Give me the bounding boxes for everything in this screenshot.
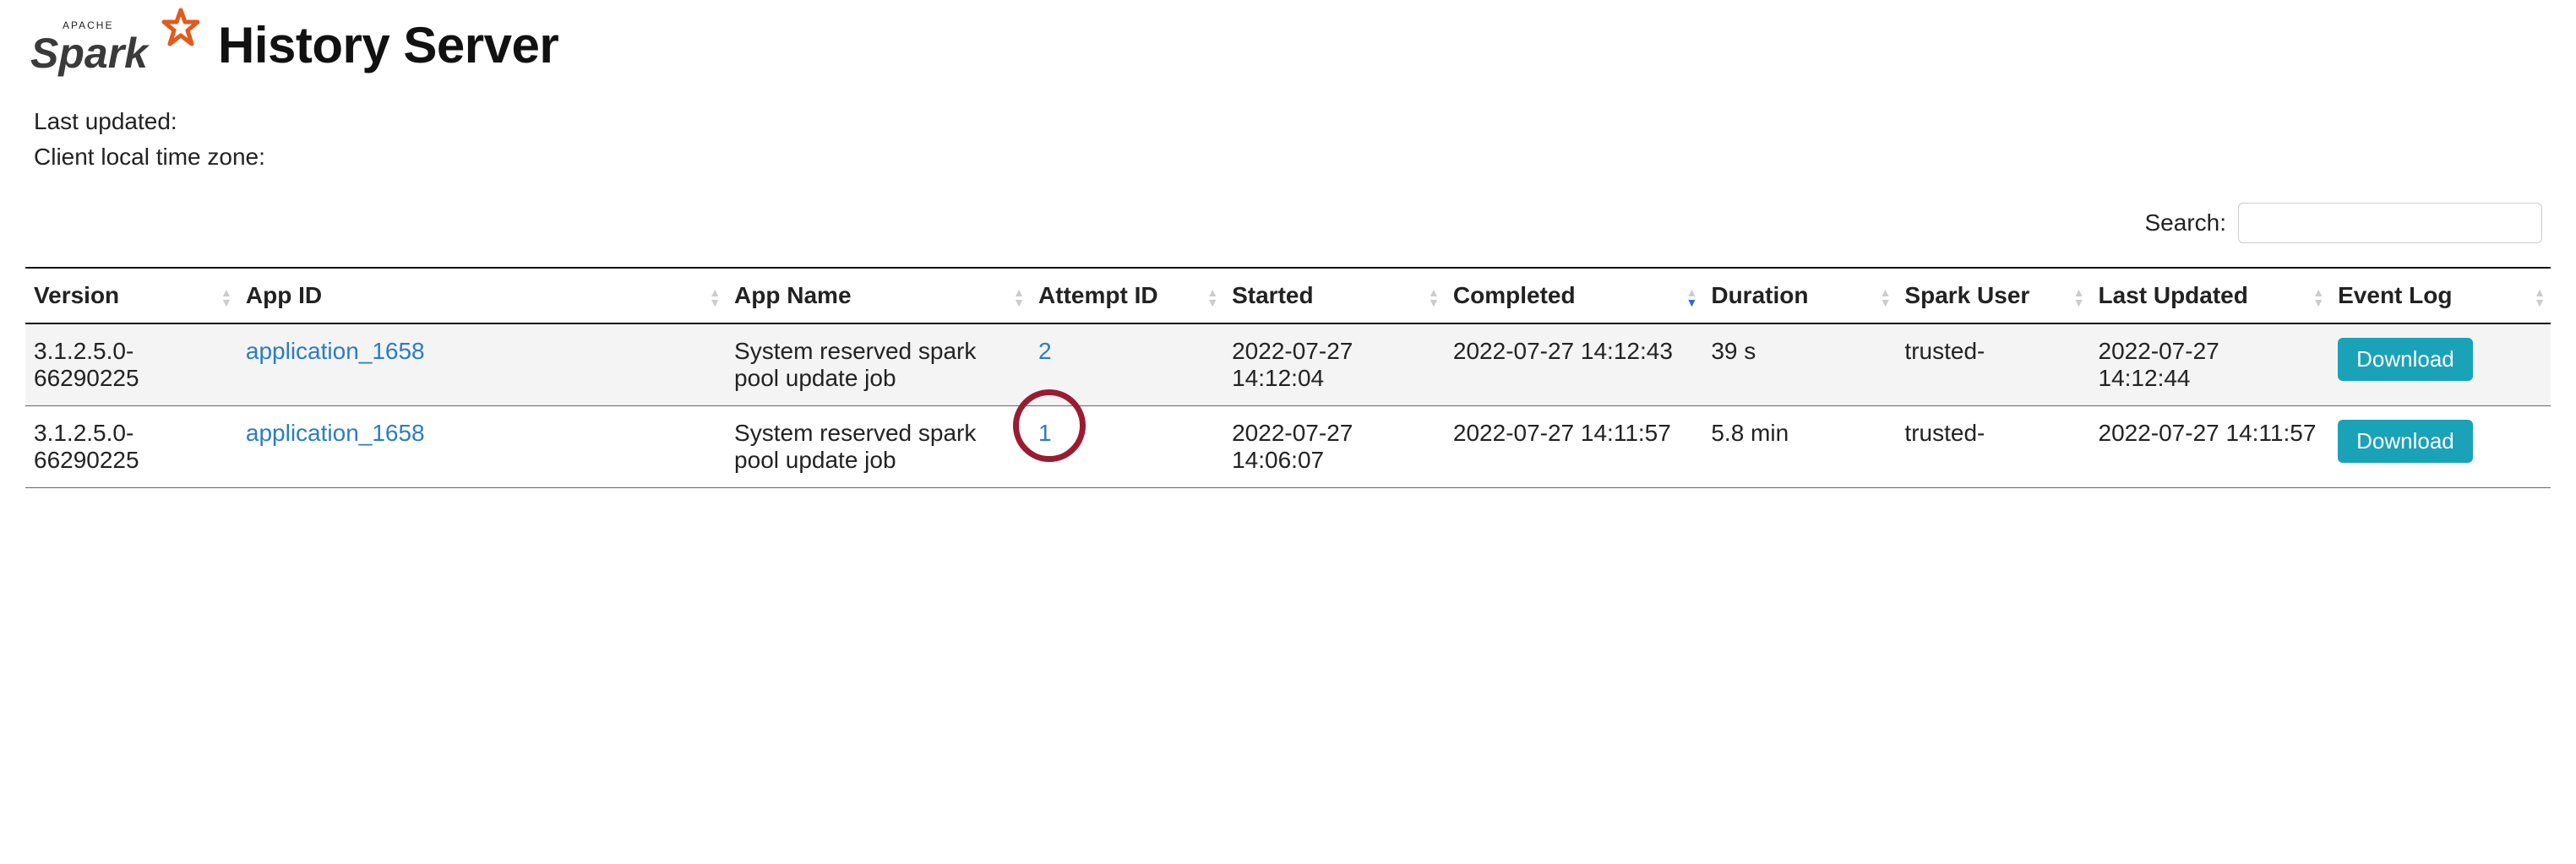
cell-last-updated: 2022-07-27 14:12:44 [2090, 323, 2330, 406]
last-updated-label: Last updated: [34, 108, 177, 134]
last-updated-line: Last updated: [34, 108, 2551, 135]
cell-completed: 2022-07-27 14:12:43 [1445, 323, 1702, 406]
app-id-link[interactable]: application_1658 [246, 338, 425, 364]
cell-started: 2022-07-27 14:12:04 [1223, 323, 1445, 406]
col-header-version[interactable]: Version ▲▼ [25, 268, 237, 323]
col-header-completed[interactable]: Completed ▲▼ [1445, 268, 1702, 323]
app-id-link[interactable]: application_1658 [246, 420, 425, 446]
sort-icon: ▲▼ [1428, 288, 1440, 307]
search-input[interactable] [2238, 203, 2542, 243]
search-label: Search: [2145, 209, 2227, 236]
sort-icon: ▲▼ [1013, 288, 1025, 307]
cell-attempt-id: 1 [1030, 406, 1223, 488]
sort-icon: ▲▼ [2073, 288, 2085, 307]
table-row: 3.1.2.5.0-66290225 application_1658 System… [25, 406, 2551, 488]
cell-app-id: application_1658 [237, 406, 726, 488]
cell-duration: 5.8 min [1702, 406, 1896, 488]
attempt-id-link[interactable]: 1 [1038, 420, 1052, 446]
sort-icon: ▲▼ [221, 288, 232, 307]
table-header-row: Version ▲▼ App ID ▲▼ App Name ▲▼ Attempt… [25, 268, 2551, 323]
applications-table: Version ▲▼ App ID ▲▼ App Name ▲▼ Attempt… [25, 267, 2551, 488]
sort-icon: ▲▼ [1880, 288, 1892, 307]
col-header-app-id[interactable]: App ID ▲▼ [237, 268, 726, 323]
col-header-event-log[interactable]: Event Log ▲▼ [2329, 268, 2551, 323]
col-header-duration[interactable]: Duration ▲▼ [1702, 268, 1896, 323]
col-header-spark-user[interactable]: Spark User ▲▼ [1896, 268, 2089, 323]
page-title: History Server [218, 16, 558, 74]
download-button[interactable]: Download [2338, 338, 2473, 381]
page-header: APACHE Spark History Server [25, 0, 2551, 100]
cell-event-log: Download [2329, 323, 2551, 406]
cell-duration: 39 s [1702, 323, 1896, 406]
download-button[interactable]: Download [2338, 420, 2473, 463]
logo-spark-text: Spark [30, 30, 150, 77]
cell-event-log: Download [2329, 406, 2551, 488]
sort-icon: ▲▼ [2534, 288, 2546, 307]
timezone-line: Client local time zone: [34, 144, 2551, 171]
table-row: 3.1.2.5.0-66290225 application_1658 System… [25, 323, 2551, 406]
cell-version: 3.1.2.5.0-66290225 [25, 406, 237, 488]
cell-last-updated: 2022-07-27 14:11:57 [2090, 406, 2330, 488]
spark-logo-icon: APACHE Spark [30, 7, 199, 83]
sort-icon: ▲▼ [709, 288, 721, 307]
sort-icon: ▲▼ [1686, 288, 1697, 307]
logo-star-icon [164, 10, 198, 44]
cell-attempt-id: 2 [1030, 323, 1223, 406]
search-bar: Search: [25, 179, 2551, 267]
col-header-app-name[interactable]: App Name ▲▼ [726, 268, 1030, 323]
col-header-started[interactable]: Started ▲▼ [1223, 268, 1445, 323]
cell-started: 2022-07-27 14:06:07 [1223, 406, 1445, 488]
sort-icon: ▲▼ [1206, 288, 1218, 307]
sort-icon: ▲▼ [2312, 288, 2324, 307]
cell-app-name: System reserved spark pool update job [726, 406, 1030, 488]
cell-app-name: System reserved spark pool update job [726, 323, 1030, 406]
cell-spark-user: trusted- [1896, 406, 2089, 488]
timezone-label: Client local time zone: [34, 144, 265, 170]
cell-completed: 2022-07-27 14:11:57 [1445, 406, 1702, 488]
cell-app-id: application_1658 [237, 323, 726, 406]
col-header-attempt-id[interactable]: Attempt ID ▲▼ [1030, 268, 1223, 323]
cell-spark-user: trusted- [1896, 323, 2089, 406]
col-header-last-updated[interactable]: Last Updated ▲▼ [2090, 268, 2330, 323]
attempt-id-link[interactable]: 2 [1038, 338, 1052, 364]
cell-version: 3.1.2.5.0-66290225 [25, 323, 237, 406]
